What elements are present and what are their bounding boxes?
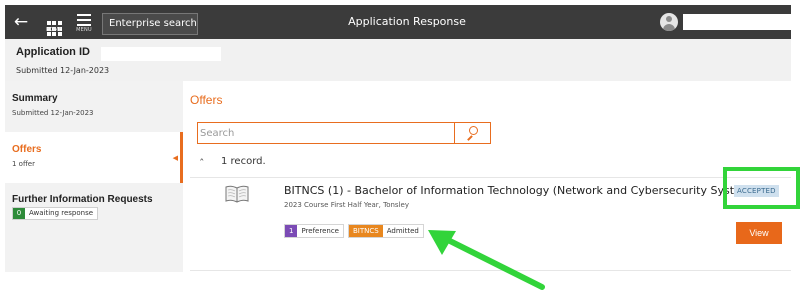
divider <box>190 177 791 178</box>
sidebar-item-label: Offers <box>12 144 42 155</box>
sidebar-item-label: Further Information Requests <box>12 194 153 205</box>
sidebar-item-sub: Submitted 12-Jan-2023 <box>12 109 94 117</box>
search-input[interactable] <box>200 125 454 141</box>
menu-icon <box>69 10 99 27</box>
back-arrow-icon[interactable]: ← <box>11 11 31 33</box>
status-badge: ACCEPTED <box>734 185 779 197</box>
sidebar-item-summary[interactable]: Summary Submitted 12-Jan-2023 <box>5 81 183 132</box>
search-button[interactable] <box>454 123 490 143</box>
preference-tag: 1 Preference <box>284 224 344 238</box>
search-box <box>197 122 491 144</box>
preference-number: 1 <box>285 225 298 237</box>
submitted-date: Submitted 12-Jan-2023 <box>16 66 110 75</box>
active-indicator-icon: ◀ <box>172 154 178 162</box>
awaiting-label: Awaiting response <box>29 209 94 217</box>
application-id-value-redacted <box>101 47 221 61</box>
user-name-redacted <box>683 14 791 30</box>
home-button[interactable]: HOME <box>39 8 69 38</box>
offer-tags: 1 Preference BITNCS Admitted <box>284 224 424 238</box>
enterprise-search-button[interactable]: Enterprise search <box>102 13 198 35</box>
application-header: Application ID Submitted 12-Jan-2023 <box>5 39 791 81</box>
offers-heading: Offers <box>190 93 223 107</box>
top-bar: ← HOME MENU Enterprise search Applicatio… <box>5 5 791 39</box>
course-code: BITNCS <box>349 225 383 237</box>
annotation-arrow-icon <box>428 230 545 290</box>
sidebar-item-further-information[interactable]: Further Information Requests 0 Awaiting … <box>5 183 183 233</box>
user-avatar-icon[interactable] <box>660 13 678 31</box>
admission-tag: BITNCS Admitted <box>348 224 424 238</box>
offer-title: BITNCS (1) - Bachelor of Information Tec… <box>284 184 762 197</box>
application-id-label: Application ID <box>16 46 90 58</box>
home-caption: HOME <box>46 27 62 33</box>
collapse-chevron-icon[interactable]: ˆ <box>199 157 205 170</box>
book-icon <box>225 185 249 203</box>
page-title: Application Response <box>348 15 466 28</box>
sidebar: Summary Submitted 12-Jan-2023 Offers 1 o… <box>5 81 183 272</box>
menu-caption: MENU <box>76 27 92 33</box>
view-button[interactable]: View <box>736 222 782 244</box>
record-count: 1 record. <box>221 156 266 167</box>
sidebar-item-offers[interactable]: Offers 1 offer ◀ <box>5 132 183 183</box>
home-grid-icon <box>39 10 69 36</box>
awaiting-count: 0 <box>13 208 25 219</box>
menu-button[interactable]: MENU <box>69 8 99 38</box>
sidebar-item-sub: 1 offer <box>12 160 35 168</box>
awaiting-response-badge: 0 Awaiting response <box>12 207 99 220</box>
preference-label: Preference <box>301 227 339 235</box>
sidebar-item-label: Summary <box>12 93 58 104</box>
admission-label: Admitted <box>386 227 419 235</box>
offer-subtitle: 2023 Course First Half Year, Tonsley <box>284 201 409 209</box>
